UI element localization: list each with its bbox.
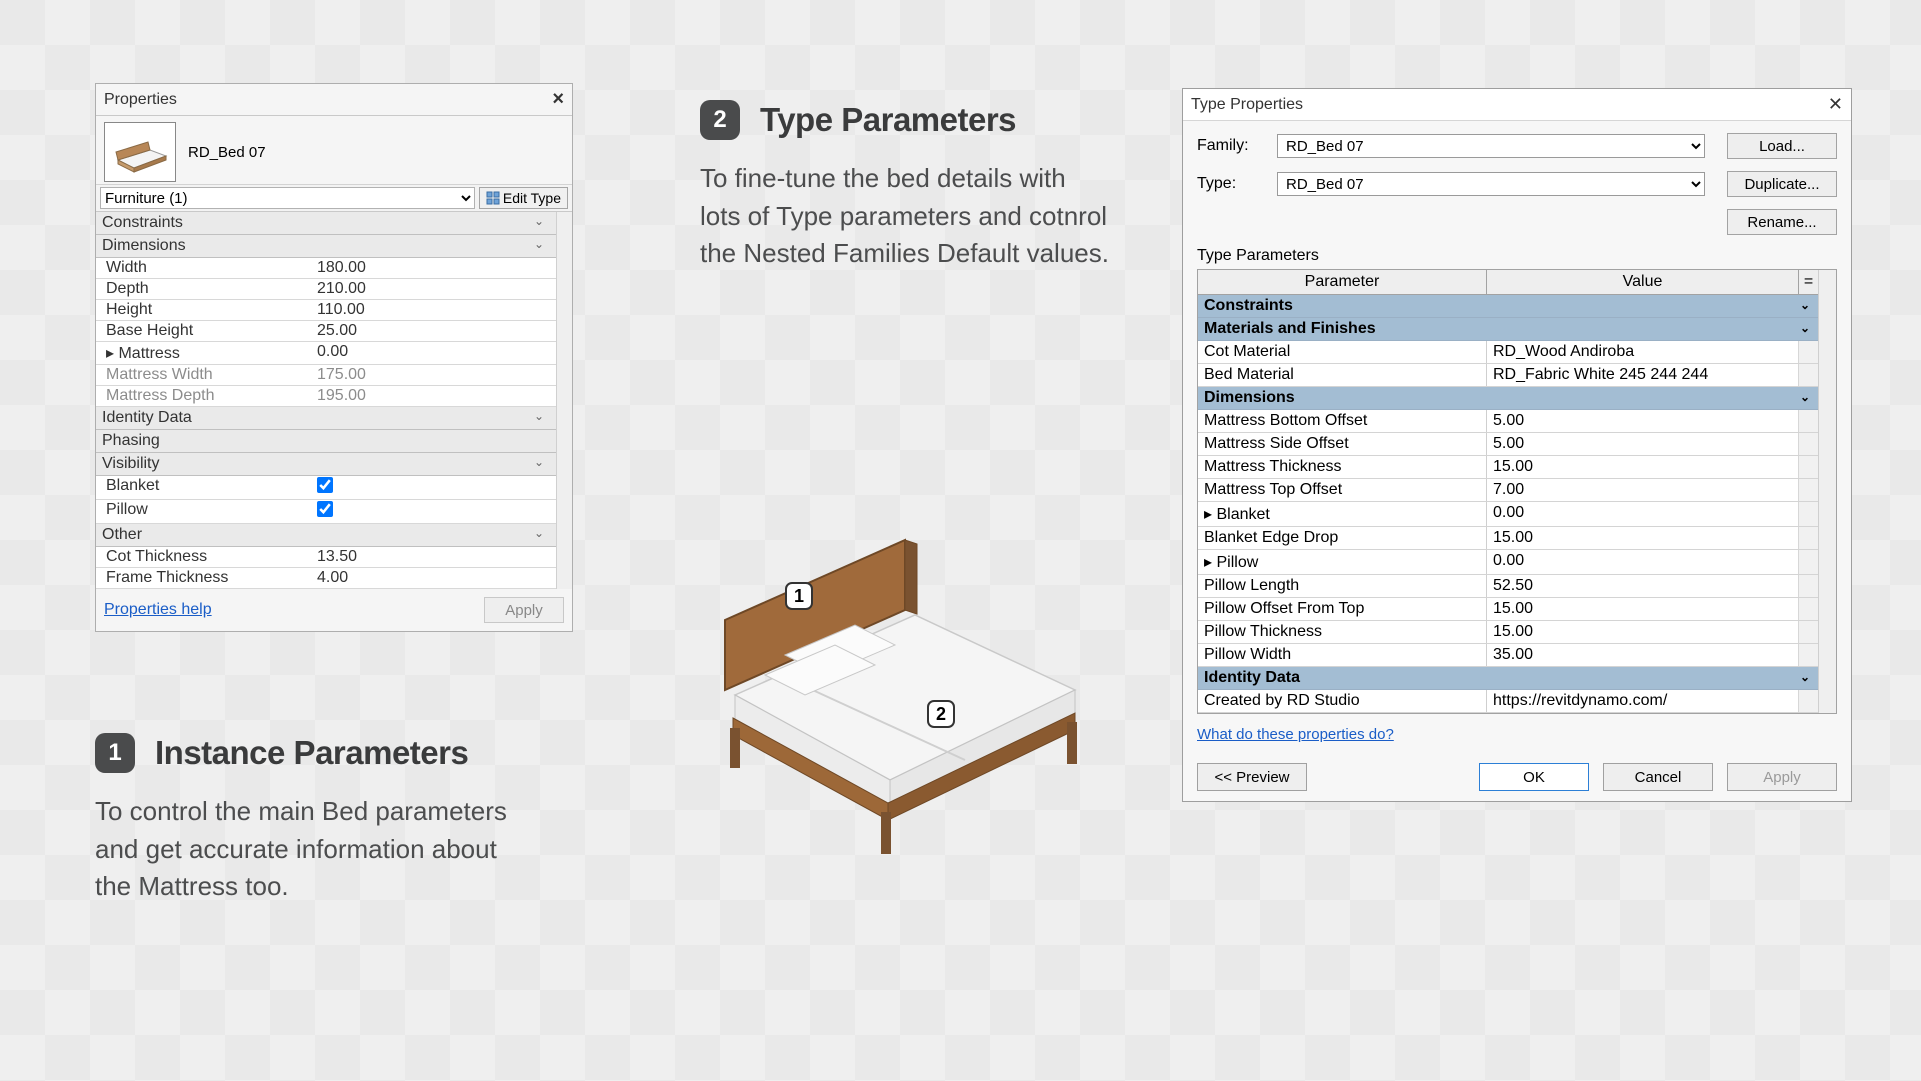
type-name: RD_Bed 07: [188, 144, 266, 161]
load-button[interactable]: Load...: [1727, 133, 1837, 159]
group-phasing[interactable]: Phasing: [96, 430, 556, 453]
param-row[interactable]: Pillow: [96, 500, 556, 524]
type-properties-dialog: Type Properties ✕ Family: RD_Bed 07 Load…: [1182, 88, 1852, 802]
help-link[interactable]: What do these properties do?: [1197, 726, 1394, 743]
close-icon[interactable]: ✕: [1828, 94, 1843, 115]
annotation-instance-parameters: 1 Instance Parameters To control the mai…: [95, 733, 535, 906]
badge-2: 2: [700, 100, 740, 140]
ok-button[interactable]: OK: [1479, 763, 1589, 791]
type-thumbnail: [104, 122, 176, 182]
checkbox-blanket[interactable]: [317, 477, 333, 493]
preview-button[interactable]: << Preview: [1197, 763, 1307, 791]
category-constraints[interactable]: Constraints⌄: [1198, 295, 1818, 318]
type-row[interactable]: Mattress Bottom Offset5.00: [1198, 410, 1818, 433]
type-row[interactable]: Pillow Offset From Top15.00: [1198, 598, 1818, 621]
category-materials[interactable]: Materials and Finishes⌄: [1198, 318, 1818, 341]
callout-1: 1: [785, 582, 813, 610]
type-row[interactable]: Bed MaterialRD_Fabric White 245 244 244: [1198, 364, 1818, 387]
type-selector[interactable]: RD_Bed 07: [96, 116, 572, 184]
type-row[interactable]: ▸ Pillow0.00: [1198, 550, 1818, 575]
grid-header: Parameter Value =: [1198, 270, 1818, 295]
checkbox-pillow[interactable]: [317, 501, 333, 517]
type-row[interactable]: Pillow Thickness15.00: [1198, 621, 1818, 644]
param-row[interactable]: Height110.00: [96, 300, 556, 321]
group-constraints[interactable]: Constraints⌄: [96, 212, 556, 235]
annotation-body: To fine-tune the bed details with lots o…: [700, 160, 1110, 273]
scrollbar[interactable]: [556, 212, 572, 589]
param-row[interactable]: Depth210.00: [96, 279, 556, 300]
expand-icon: ⌄: [534, 455, 544, 469]
type-row[interactable]: Mattress Top Offset7.00: [1198, 479, 1818, 502]
expand-icon: ⌄: [534, 237, 544, 251]
close-icon[interactable]: ×: [552, 88, 564, 111]
annotation-title: Instance Parameters: [155, 734, 468, 772]
param-row[interactable]: Frame Thickness4.00: [96, 568, 556, 589]
edit-type-icon: [486, 191, 500, 205]
apply-button[interactable]: Apply: [1727, 763, 1837, 791]
type-select[interactable]: RD_Bed 07: [1277, 172, 1705, 196]
type-row[interactable]: Pillow Length52.50: [1198, 575, 1818, 598]
category-dimensions[interactable]: Dimensions⌄: [1198, 387, 1818, 410]
annotation-title: Type Parameters: [760, 101, 1016, 139]
group-visibility[interactable]: Visibility⌄: [96, 453, 556, 476]
properties-help-link[interactable]: Properties help: [104, 601, 212, 619]
param-row[interactable]: Cot Thickness13.50: [96, 547, 556, 568]
param-row: Mattress Width175.00: [96, 365, 556, 386]
apply-button[interactable]: Apply: [484, 597, 564, 623]
bed-illustration: 1 2: [665, 500, 1110, 860]
type-row[interactable]: Blanket Edge Drop15.00: [1198, 527, 1818, 550]
param-row[interactable]: Base Height25.00: [96, 321, 556, 342]
group-other[interactable]: Other⌄: [96, 524, 556, 547]
callout-2: 2: [927, 700, 955, 728]
type-row[interactable]: ▸ Blanket0.00: [1198, 502, 1818, 527]
annotation-type-parameters: 2 Type Parameters To fine-tune the bed d…: [700, 100, 1110, 273]
param-row[interactable]: Blanket: [96, 476, 556, 500]
type-row[interactable]: Mattress Thickness15.00: [1198, 456, 1818, 479]
expand-icon: ⌄: [1800, 321, 1810, 335]
badge-1: 1: [95, 733, 135, 773]
expand-icon: ⌄: [1800, 670, 1810, 684]
type-parameters-label: Type Parameters: [1197, 247, 1837, 265]
type-row[interactable]: Pillow Width35.00: [1198, 644, 1818, 667]
param-row[interactable]: ▸ Mattress0.00: [96, 342, 556, 365]
properties-title: Properties: [104, 91, 177, 109]
annotation-body: To control the main Bed parameters and g…: [95, 793, 535, 906]
edit-type-button[interactable]: Edit Type: [479, 187, 568, 209]
group-dimensions[interactable]: Dimensions⌄: [96, 235, 556, 258]
expand-icon: ⌄: [534, 214, 544, 228]
param-row[interactable]: Width180.00: [96, 258, 556, 279]
dialog-title: Type Properties: [1191, 96, 1303, 114]
param-row: Mattress Depth195.00: [96, 386, 556, 407]
type-row[interactable]: Cot MaterialRD_Wood Andiroba: [1198, 341, 1818, 364]
expand-icon: ⌄: [1800, 390, 1810, 404]
properties-palette: Properties × RD_Bed 07 Furniture (1) Edi…: [95, 83, 573, 632]
duplicate-button[interactable]: Duplicate...: [1727, 171, 1837, 197]
category-identity[interactable]: Identity Data⌄: [1198, 667, 1818, 690]
expand-icon: ⌄: [534, 409, 544, 423]
type-row[interactable]: Created by RD Studiohttps://revitdynamo.…: [1198, 690, 1818, 713]
expand-icon: ⌄: [1800, 298, 1810, 312]
type-label: Type:: [1197, 175, 1277, 193]
family-label: Family:: [1197, 137, 1277, 155]
rename-button[interactable]: Rename...: [1727, 209, 1837, 235]
group-identity[interactable]: Identity Data⌄: [96, 407, 556, 430]
scrollbar[interactable]: [1818, 270, 1836, 713]
expand-icon: ⌄: [534, 526, 544, 540]
type-row[interactable]: Mattress Side Offset5.00: [1198, 433, 1818, 456]
family-select[interactable]: RD_Bed 07: [1277, 134, 1705, 158]
category-filter[interactable]: Furniture (1): [100, 187, 475, 209]
cancel-button[interactable]: Cancel: [1603, 763, 1713, 791]
